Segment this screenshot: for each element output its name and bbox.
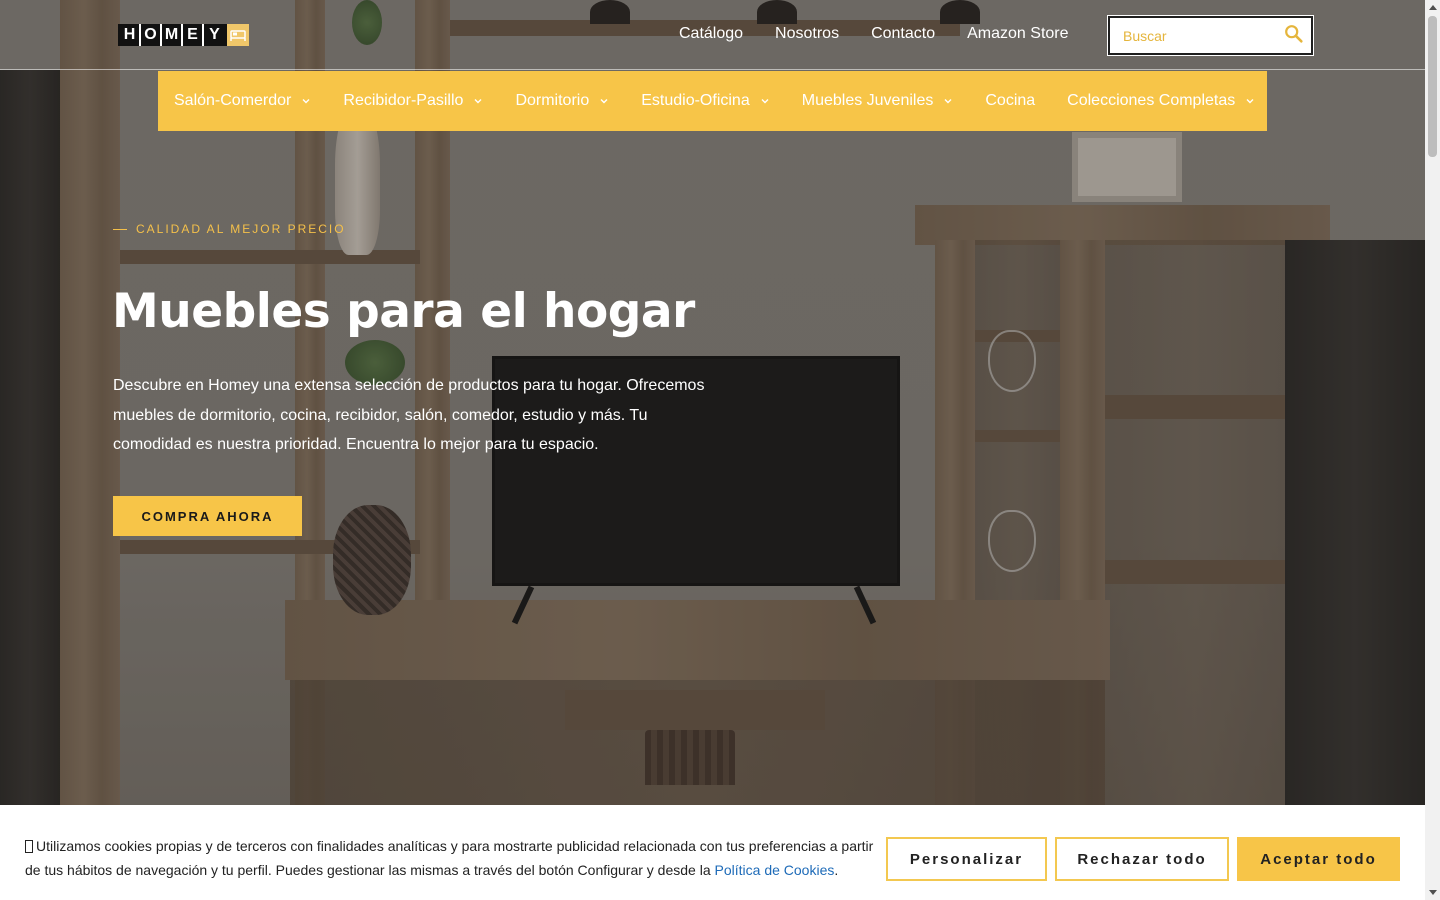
category-estudio-oficina[interactable]: Estudio-Oficina [641,92,770,110]
hero-title: Muebles para el hogar [112,284,695,339]
logo-letter: O [141,24,162,46]
nav-link-nosotros[interactable]: Nosotros [775,22,839,46]
scroll-down-arrow-icon[interactable] [1429,890,1437,895]
site-logo[interactable]: H O M E Y [118,24,249,46]
nav-link-amazon-store[interactable]: Amazon Store [967,22,1068,46]
cookie-message: Utilizamos cookies propias y de terceros… [25,834,875,882]
category-cocina[interactable]: Cocina [985,92,1035,110]
search-input[interactable] [1110,18,1280,53]
chevron-down-icon [600,99,608,104]
chevron-down-icon [302,99,310,104]
cookie-icon [25,840,33,853]
cookie-policy-link[interactable]: Política de Cookies [715,862,835,878]
logo-letter: H [120,24,141,46]
logo-letter: E [183,24,204,46]
search-icon[interactable] [1283,23,1305,45]
category-colecciones-completas[interactable]: Colecciones Completas [1067,92,1255,110]
bed-icon [227,24,249,46]
category-muebles-juveniles[interactable]: Muebles Juveniles [802,92,954,110]
category-dormitorio[interactable]: Dormitorio [515,92,609,110]
customize-cookies-button[interactable]: Personalizar [886,837,1047,881]
category-label: Colecciones Completas [1067,92,1236,109]
chevron-down-icon [1246,99,1254,104]
category-label: Recibidor-Pasillo [343,92,464,109]
logo-wordmark: H O M E Y [118,24,227,46]
reject-cookies-button[interactable]: Rechazar todo [1055,837,1229,881]
chevron-down-icon [761,99,769,104]
category-label: Salón-Comerdor [174,92,292,109]
category-label: Muebles Juveniles [801,92,934,109]
hero-eyebrow-text: CALIDAD AL MEJOR PRECIO [136,222,346,236]
category-salon-comedor[interactable]: Salón-Comerdor [174,92,311,110]
shop-now-button[interactable]: COMPRA AHORA [113,496,302,536]
accept-cookies-button[interactable]: Aceptar todo [1237,837,1400,881]
page-scrollbar[interactable] [1425,0,1440,900]
hero-eyebrow: CALIDAD AL MEJOR PRECIO [113,222,346,236]
category-recibidor-pasillo[interactable]: Recibidor-Pasillo [343,92,483,110]
category-label: Estudio-Oficina [641,92,750,109]
category-label: Cocina [985,92,1036,109]
cookie-message-end: . [834,862,839,878]
search-box [1107,15,1314,56]
category-label: Dormitorio [515,92,590,109]
dash-decoration [113,228,127,230]
scrollbar-thumb[interactable] [1428,16,1437,157]
nav-link-contacto[interactable]: Contacto [871,22,935,46]
nav-link-catalogo[interactable]: Catálogo [679,22,743,46]
top-navigation: Catálogo Nosotros Contacto Amazon Store [679,22,1069,46]
chevron-down-icon [474,99,482,104]
logo-letter: Y [209,26,220,43]
scroll-up-arrow-icon[interactable] [1429,5,1437,10]
logo-letter: M [162,24,183,46]
hero-description: Descubre en Homey una extensa selección … [113,377,705,453]
site-header: H O M E Y Catálogo Nosotros Contacto Ama… [0,0,1425,70]
chevron-down-icon [944,99,952,104]
category-navigation: Salón-Comerdor Recibidor-Pasillo Dormito… [158,71,1267,131]
